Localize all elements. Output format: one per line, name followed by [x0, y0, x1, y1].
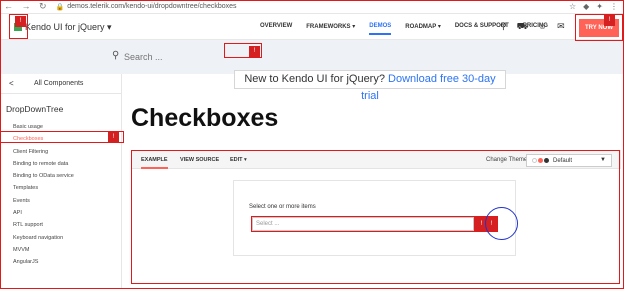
annotation-dropdown-box — [251, 216, 498, 232]
annotation-badge: ! — [604, 15, 615, 26]
annotation-badge: ! — [249, 46, 260, 57]
annotation-try-box — [575, 14, 623, 41]
annotation-badge: ! — [108, 132, 119, 143]
annotation-sidebar-box — [0, 131, 124, 143]
annotation-blue-circle — [485, 207, 518, 240]
annotation-badge: ! — [15, 16, 26, 27]
